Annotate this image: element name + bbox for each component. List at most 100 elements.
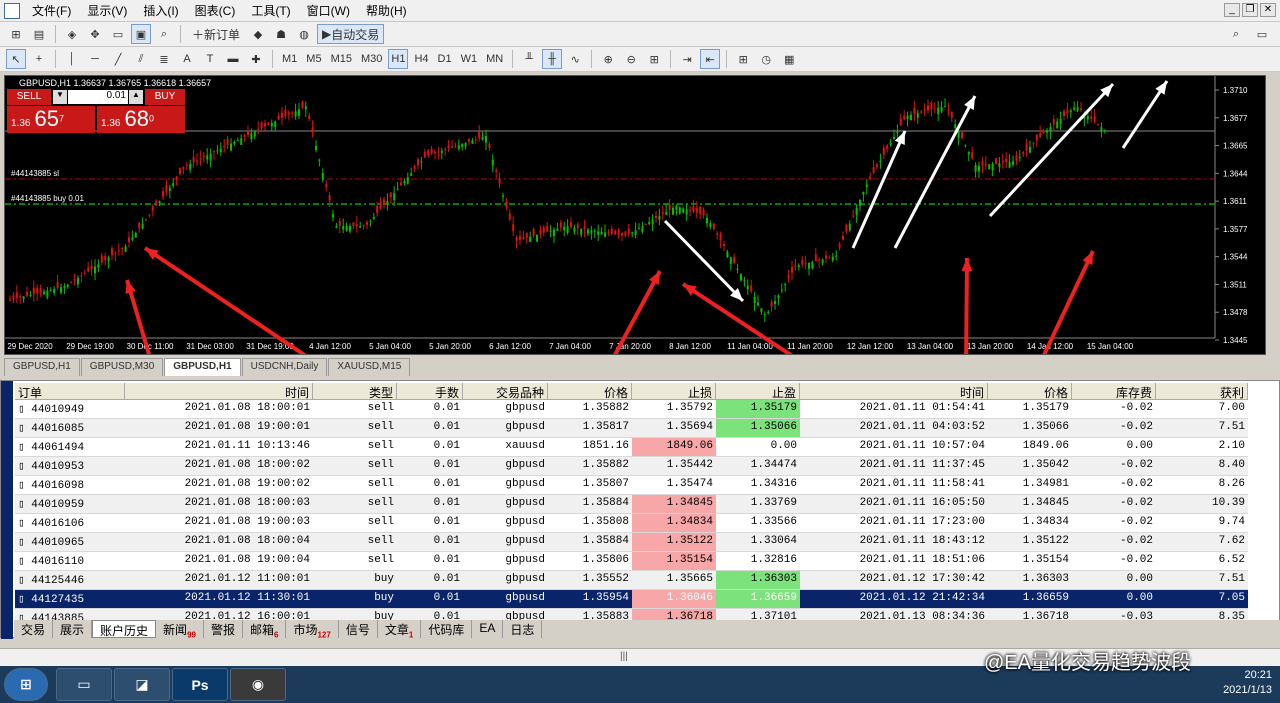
tf-h1[interactable]: H1 <box>388 49 409 69</box>
terminal-tab[interactable]: 信号 <box>339 620 378 638</box>
candle-chart-icon[interactable]: ╫ <box>542 49 563 69</box>
column-header[interactable]: 订单 <box>15 383 125 400</box>
templates-icon[interactable]: ▦ <box>779 49 799 69</box>
table-row[interactable]: ▯ 44061494 2021.01.11 10:13:46 sell 0.01 xau… <box>15 438 1248 457</box>
column-header[interactable]: 止盈 <box>716 383 800 400</box>
column-header[interactable]: 类型 <box>313 383 397 400</box>
profiles-icon[interactable]: ▤ <box>29 24 49 44</box>
table-row[interactable]: ▯ 44016110 2021.01.08 19:00:04 sell 0.01 gbp… <box>15 552 1248 571</box>
column-header[interactable]: 时间 <box>800 383 988 400</box>
column-header[interactable]: 交易品种 <box>463 383 548 400</box>
folder-icon[interactable]: ▭ <box>108 24 128 44</box>
table-row[interactable]: ▯ 44010965 2021.01.08 18:00:04 sell 0.01 gbp… <box>15 533 1248 552</box>
vertical-line-icon[interactable]: │ <box>62 49 82 69</box>
new-order-button[interactable]: ＋新订单 <box>187 24 245 44</box>
minimize-icon[interactable]: _ <box>1224 3 1240 17</box>
bar-chart-icon[interactable]: ╨ <box>519 49 539 69</box>
table-row[interactable]: ▯ 44125446 2021.01.12 11:00:01 buy 0.01 gbpu… <box>15 571 1248 590</box>
meta-editor-icon[interactable]: ◆ <box>248 24 268 44</box>
indicators-icon[interactable]: ⊞ <box>733 49 753 69</box>
channel-icon[interactable]: ⫽ <box>131 49 151 69</box>
scroll-grip-icon[interactable]: ||| <box>620 651 628 662</box>
lot-down-icon[interactable]: ▼ <box>53 90 67 104</box>
lot-input[interactable]: 0.01 <box>68 90 128 104</box>
column-header[interactable]: 价格 <box>988 383 1072 400</box>
menu-help[interactable]: 帮助(H) <box>358 2 415 19</box>
autoscroll-icon[interactable]: ⇥ <box>677 49 697 69</box>
photoshop-icon[interactable]: Ps <box>172 668 228 701</box>
chart-tab[interactable]: USDCNH,Daily <box>241 358 328 376</box>
column-header[interactable]: 手数 <box>397 383 463 400</box>
column-header[interactable]: 价格 <box>548 383 632 400</box>
column-header[interactable]: 止损 <box>632 383 716 400</box>
trendline-icon[interactable]: ╱ <box>108 49 128 69</box>
tf-w1[interactable]: W1 <box>458 49 481 69</box>
menu-file[interactable]: 文件(F) <box>24 2 79 19</box>
terminal-tab[interactable]: 邮箱6 <box>243 620 287 639</box>
tf-m30[interactable]: M30 <box>358 49 385 69</box>
network-app-icon[interactable]: ◪ <box>114 668 170 701</box>
market-watch-icon[interactable]: ◈ <box>62 24 82 44</box>
terminal-icon[interactable]: ▣ <box>131 24 151 44</box>
terminal-tab[interactable]: 市场127 <box>286 620 339 639</box>
menu-charts[interactable]: 图表(C) <box>187 2 244 19</box>
terminal-tab[interactable]: 交易 <box>14 620 54 638</box>
column-header[interactable]: 库存费 <box>1072 383 1156 400</box>
sell-price[interactable]: 1.36 657 <box>7 106 95 133</box>
table-row[interactable]: ▯ 44016106 2021.01.08 19:00:03 sell 0.01 gbp… <box>15 514 1248 533</box>
horizontal-line-icon[interactable]: ─ <box>85 49 105 69</box>
table-row[interactable]: ▯ 44010953 2021.01.08 18:00:02 sell 0.01 gbp… <box>15 457 1248 476</box>
tf-h4[interactable]: H4 <box>411 49 431 69</box>
tf-mn[interactable]: MN <box>483 49 506 69</box>
lot-up-icon[interactable]: ▲ <box>129 90 143 104</box>
tile-windows-icon[interactable]: ⊞ <box>644 49 664 69</box>
column-header[interactable]: 获利 <box>1156 383 1248 400</box>
terminal-tab[interactable]: 警报 <box>204 620 243 638</box>
cursor-icon[interactable]: ↖ <box>6 49 26 69</box>
terminal-tab[interactable]: 代码库 <box>421 620 473 638</box>
zoom-in-icon[interactable]: ⊕ <box>598 49 618 69</box>
buy-price[interactable]: 1.36 680 <box>97 106 185 133</box>
explorer-icon[interactable]: ▭ <box>56 668 112 701</box>
text-icon[interactable]: A <box>177 49 197 69</box>
table-row[interactable]: ▯ 44010959 2021.01.08 18:00:03 sell 0.01 gbp… <box>15 495 1248 514</box>
zoom-out-icon[interactable]: ⊖ <box>621 49 641 69</box>
wechat-icon[interactable]: ◉ <box>230 668 286 701</box>
tester-icon[interactable]: ⌕ <box>154 24 174 44</box>
fibo-icon[interactable]: ≣ <box>154 49 174 69</box>
table-row[interactable]: ▯ 44016098 2021.01.08 19:00:02 sell 0.01 gbp… <box>15 476 1248 495</box>
terminal-tab[interactable]: EA <box>472 620 504 638</box>
menu-tools[interactable]: 工具(T) <box>243 2 298 19</box>
chart-tab[interactable]: GBPUSD,M30 <box>80 358 164 376</box>
close-icon[interactable]: ✕ <box>1260 3 1276 17</box>
menu-insert[interactable]: 插入(I) <box>135 2 186 19</box>
rectangle-icon[interactable]: ▬ <box>223 49 243 69</box>
system-clock[interactable]: 20:21 2021/1/13 <box>1223 668 1272 698</box>
table-row[interactable]: ▯ 44127435 2021.01.12 11:30:01 buy 0.01 gbpu… <box>15 590 1248 609</box>
shapes-icon[interactable]: ✚ <box>246 49 266 69</box>
tf-d1[interactable]: D1 <box>435 49 455 69</box>
restore-icon[interactable]: ❐ <box>1242 3 1258 17</box>
periods-icon[interactable]: ◷ <box>756 49 776 69</box>
terminal-tab[interactable]: 日志 <box>503 620 543 638</box>
auto-trading-button[interactable]: ▶ 自动交易 <box>317 24 385 44</box>
tf-m1[interactable]: M1 <box>279 49 300 69</box>
table-row[interactable]: ▯ 44010949 2021.01.08 18:00:01 sell 0.01 gbp… <box>15 400 1248 419</box>
sell-button[interactable]: SELL <box>7 89 51 105</box>
chart-shift-icon[interactable]: ⇤ <box>700 49 721 69</box>
buy-button[interactable]: BUY <box>145 89 185 105</box>
crosshair-icon[interactable]: + <box>29 49 49 69</box>
terminal-tab[interactable]: 文章1 <box>378 620 422 639</box>
new-chart-icon[interactable]: ⊞ <box>6 24 26 44</box>
menu-window[interactable]: 窗口(W) <box>299 2 358 19</box>
table-row[interactable]: ▯ 44016085 2021.01.08 19:00:01 sell 0.01 gbp… <box>15 419 1248 438</box>
tf-m15[interactable]: M15 <box>328 49 355 69</box>
options-icon[interactable]: ◍ <box>294 24 314 44</box>
chart-tab-active[interactable]: GBPUSD,H1 <box>164 358 241 376</box>
label-icon[interactable]: T <box>200 49 220 69</box>
tf-m5[interactable]: M5 <box>303 49 324 69</box>
terminal-tab[interactable]: 新闻99 <box>156 620 204 639</box>
chart-tab[interactable]: GBPUSD,H1 <box>4 358 80 376</box>
chat-icon[interactable]: ▭ <box>1252 24 1272 44</box>
menu-view[interactable]: 显示(V) <box>79 2 135 19</box>
